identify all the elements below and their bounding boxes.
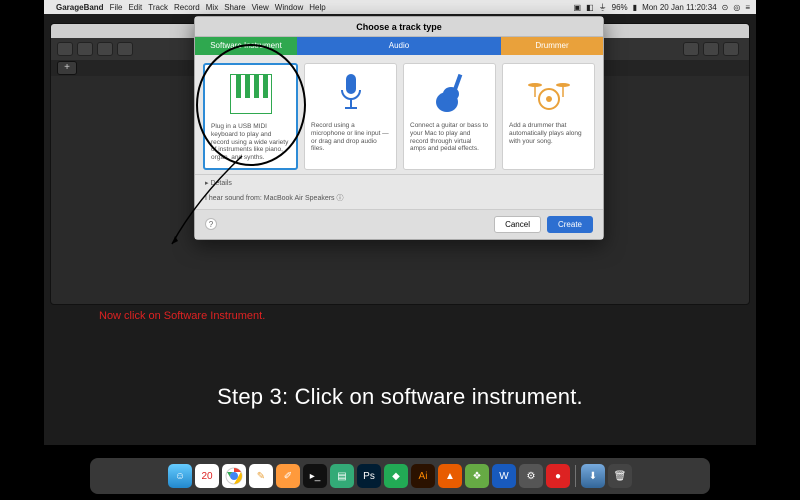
guitar-icon [427,70,473,116]
dock-downloads[interactable]: ⬇ [581,464,605,488]
annotation-red-text: Now click on Software Instrument. [99,310,265,322]
loops-button[interactable] [703,42,719,56]
mac-menubar: GarageBand File Edit Track Record Mix Sh… [44,0,756,14]
create-button[interactable]: Create [547,216,593,233]
notif-icon[interactable]: ≡ [745,3,750,12]
dock-word[interactable]: W [492,464,516,488]
editors-button[interactable] [97,42,113,56]
card-si-desc: Plug in a USB MIDI keyboard to play and … [211,123,290,162]
dock-vlc[interactable]: ▲ [438,464,462,488]
sheet-title: Choose a track type [195,17,603,37]
screencast-icon[interactable]: ▣ [574,3,582,12]
menu-view[interactable]: View [252,3,269,12]
dock-illustrator[interactable]: Ai [411,464,435,488]
card-drummer[interactable]: Add a drummer that automatically plays a… [502,63,595,170]
menu-share[interactable]: Share [224,3,245,12]
dock-app-green[interactable]: ◆ [384,464,408,488]
microphone-icon [328,70,374,116]
dock-chrome[interactable] [222,464,246,488]
mac-dock: ☺ 20 ✎ ✐ ▸_ ▤ Ps ◆ Ai ▲ ❖ W ⚙ ● ⬇ 🗑 [90,458,710,494]
dock-pages[interactable]: ✐ [276,464,300,488]
menu-track[interactable]: Track [148,3,168,12]
menubar-app[interactable]: GarageBand [56,3,104,12]
menu-window[interactable]: Window [275,3,303,12]
dock-app-leaf[interactable]: ❖ [465,464,489,488]
dock-notes[interactable]: ✎ [249,464,273,488]
library-button[interactable] [57,42,73,56]
wifi-icon[interactable]: ⏚ [599,2,607,13]
tab-software-instrument[interactable]: Software Instrument [195,37,297,55]
menubar-datetime[interactable]: Mon 20 Jan 11:20:34 [642,3,717,12]
notepad-button[interactable] [683,42,699,56]
card-software-instrument[interactable]: Plug in a USB MIDI keyboard to play and … [203,63,298,170]
smartcontrols-button[interactable] [77,42,93,56]
dock-trash[interactable]: 🗑 [608,464,632,488]
drumkit-icon [526,70,572,116]
menu-mix[interactable]: Mix [206,3,218,12]
hear-sound-label[interactable]: I hear sound from: MacBook Air Speakers … [195,189,603,209]
details-disclosure[interactable]: ▸ Details [195,174,603,189]
track-type-sheet: Choose a track type Software Instrument … [194,16,604,240]
dock-terminal[interactable]: ▸_ [303,464,327,488]
battery-percent: 96% [612,3,628,12]
scissors-icon[interactable] [117,42,133,56]
dock-photoshop[interactable]: Ps [357,464,381,488]
siri-icon[interactable]: ◎ [733,3,740,12]
tab-audio[interactable]: Audio [297,37,501,55]
menu-help[interactable]: Help [309,3,325,12]
card-guitar-desc: Connect a guitar or bass to your Mac to … [410,122,489,153]
card-mic-desc: Record using a microphone or line input … [311,122,390,153]
tab-drummer[interactable]: Drummer [501,37,603,55]
help-button[interactable]: ? [205,218,217,230]
spotlight-icon[interactable]: ⊙ [722,3,729,12]
airdrop-icon[interactable]: ◧ [586,3,594,12]
menu-edit[interactable]: Edit [128,3,142,12]
dock-finder[interactable]: ☺ [168,464,192,488]
card-audio-guitar[interactable]: Connect a guitar or bass to your Mac to … [403,63,496,170]
media-button[interactable] [723,42,739,56]
add-track-button[interactable]: + [57,61,77,75]
dock-app-badge[interactable]: ● [546,464,570,488]
cancel-button[interactable]: Cancel [494,216,541,233]
menu-record[interactable]: Record [174,3,200,12]
dock-preview[interactable]: ▤ [330,464,354,488]
step-caption: Step 3: Click on software instrument. [0,384,800,410]
piano-keys-icon [228,71,274,117]
card-drummer-desc: Add a drummer that automatically plays a… [509,122,588,145]
battery-icon[interactable]: ▮ [633,3,637,12]
dock-settings[interactable]: ⚙ [519,464,543,488]
menu-file[interactable]: File [110,3,123,12]
dock-calendar[interactable]: 20 [195,464,219,488]
dock-divider [575,465,576,487]
card-audio-mic[interactable]: Record using a microphone or line input … [304,63,397,170]
